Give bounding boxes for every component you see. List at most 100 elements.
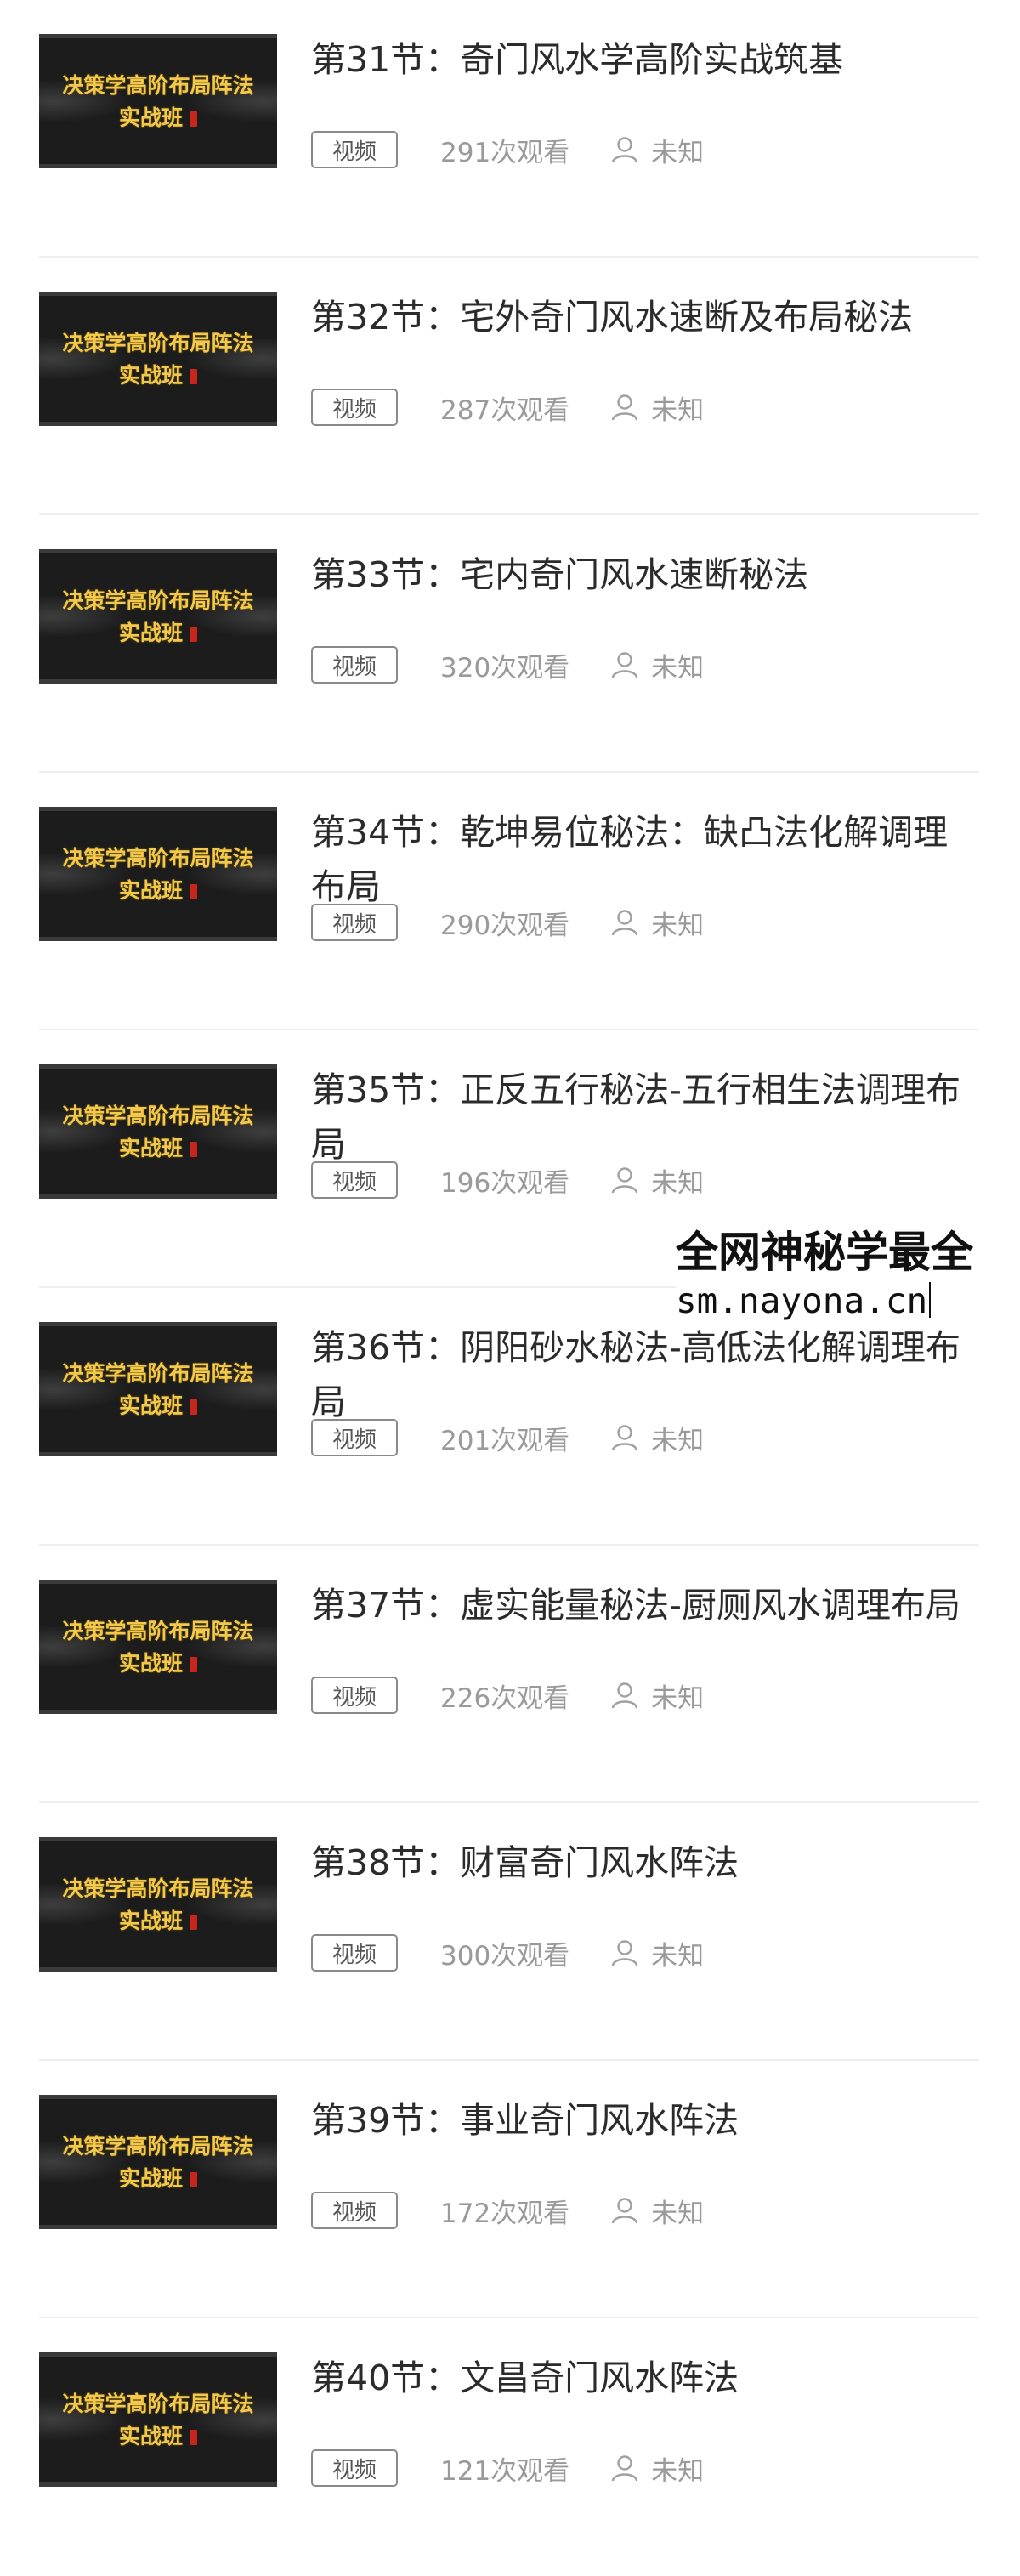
lesson-meta: 视频 320次观看 未知 xyxy=(311,646,704,684)
view-count: 172次观看 xyxy=(440,2198,570,2229)
seal-stamp-icon xyxy=(190,2430,197,2445)
thumbnail-subtitle: 实战班 xyxy=(39,1389,277,1420)
author-name: 未知 xyxy=(651,2198,705,2229)
lesson-item[interactable]: 决策学高阶布局阵法 实战班 第32节：宅外奇门风水速断及布局秘法 视频 287次… xyxy=(39,258,979,515)
lesson-thumbnail[interactable]: 决策学高阶布局阵法 实战班 xyxy=(39,1064,277,1199)
lesson-thumbnail[interactable]: 决策学高阶布局阵法 实战班 xyxy=(39,1837,277,1972)
lesson-title[interactable]: 第33节：宅内奇门风水速断秘法 xyxy=(311,548,974,602)
lesson-thumbnail[interactable]: 决策学高阶布局阵法 实战班 xyxy=(39,1322,277,1456)
thumbnail-title: 决策学高阶布局阵法 xyxy=(62,2134,254,2159)
seal-stamp-icon xyxy=(190,369,197,384)
author-name: 未知 xyxy=(651,2455,705,2487)
author-name: 未知 xyxy=(651,652,705,684)
video-tag: 视频 xyxy=(311,904,398,941)
lesson-title[interactable]: 第35节：正反五行秘法-五行相生法调理布局 xyxy=(311,1063,974,1172)
thumbnail-title: 决策学高阶布局阵法 xyxy=(62,588,254,613)
video-tag: 视频 xyxy=(311,1419,398,1456)
video-tag: 视频 xyxy=(311,646,398,684)
lesson-meta: 视频 172次观看 未知 xyxy=(311,2192,704,2229)
lesson-title[interactable]: 第40节：文昌奇门风水阵法 xyxy=(311,2351,974,2405)
user-icon xyxy=(611,394,638,421)
lesson-meta: 视频 287次观看 未知 xyxy=(311,389,704,426)
lesson-item[interactable]: 决策学高阶布局阵法 实战班 第33节：宅内奇门风水速断秘法 视频 320次观看 … xyxy=(39,515,979,773)
view-count: 201次观看 xyxy=(440,1425,570,1456)
lesson-title[interactable]: 第36节：阴阳砂水秘法-高低法化解调理布局 xyxy=(311,1320,974,1429)
thumbnail-subtitle: 实战班 xyxy=(39,1132,277,1162)
thumbnail-title: 决策学高阶布局阵法 xyxy=(62,1876,254,1901)
seal-stamp-icon xyxy=(190,884,197,899)
lesson-thumbnail[interactable]: 决策学高阶布局阵法 实战班 xyxy=(39,2095,277,2229)
lesson-title[interactable]: 第37节：虚实能量秘法-厨厕风水调理布局 xyxy=(311,1578,974,1632)
thumbnail-subtitle: 实战班 xyxy=(39,1647,277,1677)
video-tag: 视频 xyxy=(311,1677,398,1714)
lesson-thumbnail[interactable]: 决策学高阶布局阵法 实战班 xyxy=(39,2352,277,2487)
lesson-item[interactable]: 决策学高阶布局阵法 实战班 第34节：乾坤易位秘法：缺凸法化解调理布局 视频 2… xyxy=(39,773,979,1030)
view-count: 121次观看 xyxy=(440,2455,570,2487)
thumbnail-subtitle: 实战班 xyxy=(39,2162,277,2193)
author-name: 未知 xyxy=(651,137,705,168)
user-icon xyxy=(611,652,638,678)
lesson-meta: 视频 226次观看 未知 xyxy=(311,1677,704,1714)
seal-stamp-icon xyxy=(190,1142,197,1157)
thumbnail-title: 决策学高阶布局阵法 xyxy=(62,73,254,98)
author-name: 未知 xyxy=(651,1940,705,1972)
user-icon xyxy=(611,1167,638,1194)
user-icon xyxy=(611,910,638,936)
watermark-slogan: 全网神秘学最全 xyxy=(676,1228,973,1277)
view-count: 290次观看 xyxy=(440,910,570,941)
lesson-title[interactable]: 第32节：宅外奇门风水速断及布局秘法 xyxy=(311,290,974,344)
lesson-item[interactable]: 决策学高阶布局阵法 实战班 第31节：奇门风水学高阶实战筑基 视频 291次观看… xyxy=(39,0,979,258)
view-count: 226次观看 xyxy=(440,1682,570,1714)
video-tag: 视频 xyxy=(311,1161,398,1199)
lesson-title[interactable]: 第34节：乾坤易位秘法：缺凸法化解调理布局 xyxy=(311,805,974,914)
seal-stamp-icon xyxy=(190,111,197,127)
view-count: 196次观看 xyxy=(440,1167,570,1199)
seal-stamp-icon xyxy=(190,1915,197,1930)
lesson-title[interactable]: 第31节：奇门风水学高阶实战筑基 xyxy=(311,32,974,87)
lesson-thumbnail[interactable]: 决策学高阶布局阵法 实战班 xyxy=(39,1580,277,1714)
user-icon xyxy=(611,137,638,163)
thumbnail-title: 决策学高阶布局阵法 xyxy=(62,331,254,355)
thumbnail-title: 决策学高阶布局阵法 xyxy=(62,1361,254,1386)
lesson-thumbnail[interactable]: 决策学高阶布局阵法 实战班 xyxy=(39,549,277,684)
thumbnail-subtitle: 实战班 xyxy=(39,101,277,132)
lesson-meta: 视频 291次观看 未知 xyxy=(311,131,704,168)
watermark: 全网神秘学最全 sm.nayona.cn xyxy=(676,1226,1020,1326)
lesson-meta: 视频 290次观看 未知 xyxy=(311,904,704,941)
lesson-title[interactable]: 第38节：财富奇门风水阵法 xyxy=(311,1836,974,1890)
lesson-meta: 视频 121次观看 未知 xyxy=(311,2449,704,2487)
lesson-thumbnail[interactable]: 决策学高阶布局阵法 实战班 xyxy=(39,807,277,941)
video-tag: 视频 xyxy=(311,2449,398,2487)
user-icon xyxy=(611,1425,638,1451)
lesson-thumbnail[interactable]: 决策学高阶布局阵法 实战班 xyxy=(39,292,277,426)
author-name: 未知 xyxy=(651,394,705,426)
lesson-item[interactable]: 决策学高阶布局阵法 实战班 第39节：事业奇门风水阵法 视频 172次观看 未知 xyxy=(39,2061,979,2318)
lesson-title[interactable]: 第39节：事业奇门风水阵法 xyxy=(311,2093,974,2148)
lesson-thumbnail[interactable]: 决策学高阶布局阵法 实战班 xyxy=(39,34,277,168)
thumbnail-title: 决策学高阶布局阵法 xyxy=(62,1619,254,1643)
lesson-meta: 视频 196次观看 未知 xyxy=(311,1161,704,1199)
video-tag: 视频 xyxy=(311,389,398,426)
video-tag: 视频 xyxy=(311,1934,398,1972)
thumbnail-subtitle: 实战班 xyxy=(39,2420,277,2450)
lesson-item[interactable]: 决策学高阶布局阵法 实战班 第37节：虚实能量秘法-厨厕风水调理布局 视频 22… xyxy=(39,1546,979,1803)
thumbnail-subtitle: 实战班 xyxy=(39,616,277,647)
author-name: 未知 xyxy=(651,1682,705,1714)
view-count: 287次观看 xyxy=(440,394,570,426)
lesson-item[interactable]: 决策学高阶布局阵法 实战班 第38节：财富奇门风水阵法 视频 300次观看 未知 xyxy=(39,1803,979,2061)
lesson-meta: 视频 300次观看 未知 xyxy=(311,1934,704,1972)
user-icon xyxy=(611,2198,638,2224)
thumbnail-subtitle: 实战班 xyxy=(39,1904,277,1935)
user-icon xyxy=(611,2455,638,2482)
seal-stamp-icon xyxy=(190,627,197,642)
thumbnail-subtitle: 实战班 xyxy=(39,359,277,389)
seal-stamp-icon xyxy=(190,2172,197,2187)
video-tag: 视频 xyxy=(311,131,398,168)
lesson-item[interactable]: 决策学高阶布局阵法 实战班 第40节：文昌奇门风水阵法 视频 121次观看 未知 xyxy=(39,2318,979,2576)
thumbnail-title: 决策学高阶布局阵法 xyxy=(62,846,254,871)
author-name: 未知 xyxy=(651,1425,705,1456)
lesson-meta: 视频 201次观看 未知 xyxy=(311,1419,704,1456)
seal-stamp-icon xyxy=(190,1399,197,1415)
view-count: 320次观看 xyxy=(440,652,570,684)
lesson-item[interactable]: 决策学高阶布局阵法 实战班 第36节：阴阳砂水秘法-高低法化解调理布局 视频 2… xyxy=(39,1288,979,1546)
